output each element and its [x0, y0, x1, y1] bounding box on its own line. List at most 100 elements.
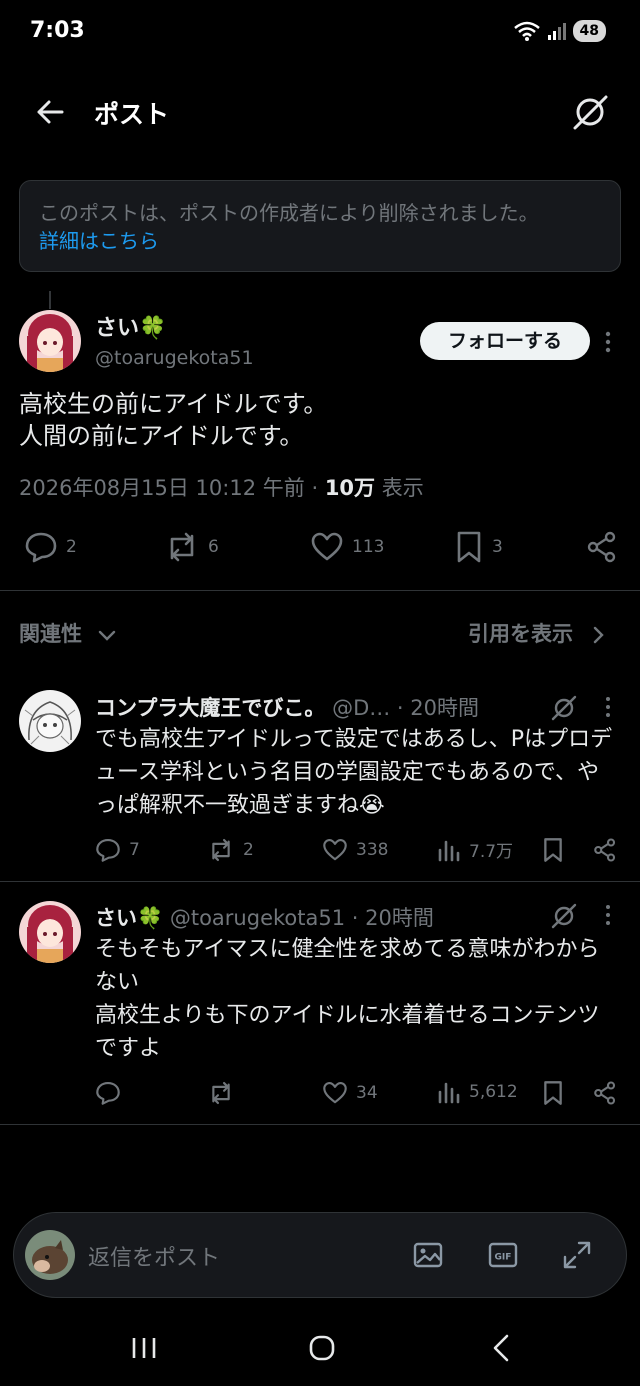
more-vertical-icon [605, 331, 611, 353]
reply-icon [96, 1081, 120, 1105]
home-button[interactable] [302, 1328, 342, 1368]
repost-button[interactable]: 6 [164, 530, 219, 564]
view-count: 5,612 [469, 1082, 518, 1102]
author-handle[interactable]: @D… [332, 696, 390, 720]
author-name[interactable]: さい🍀 [95, 906, 163, 930]
like-count: 113 [352, 537, 385, 557]
like-button[interactable]: 338 [322, 837, 388, 863]
bar-chart-icon [438, 1082, 460, 1104]
reply-icon [25, 532, 57, 563]
recents-icon [132, 1338, 156, 1358]
repost-count: 2 [243, 840, 254, 860]
views-label: 表示 [381, 476, 424, 500]
post-text: 高校生の前にアイドルです。 人間の前にアイドルです。 [19, 390, 328, 450]
avatar[interactable] [19, 901, 81, 963]
share-button[interactable] [586, 530, 618, 564]
repost-button[interactable]: 2 [207, 837, 254, 863]
learn-more-link[interactable]: 詳細はこちら [39, 227, 159, 255]
back-button[interactable] [30, 92, 70, 132]
bookmark-button[interactable] [541, 837, 565, 863]
wifi-icon [513, 21, 540, 41]
bookmark-button[interactable]: 3 [454, 530, 503, 564]
grok-button[interactable] [569, 91, 611, 133]
post-time: · 20時間 [351, 906, 434, 930]
chevron-left-icon [493, 1334, 509, 1362]
battery-indicator: 48 [572, 20, 606, 42]
arrow-left-icon [37, 100, 64, 124]
bookmark-button[interactable] [541, 1080, 565, 1106]
repost-button[interactable] [207, 1080, 243, 1106]
sort-dropdown[interactable]: 関連性 [19, 618, 117, 648]
svg-text:GIF: GIF [495, 1253, 512, 1263]
author-handle[interactable]: @toarugekota51 [170, 906, 345, 930]
author-name[interactable]: コンプラ大魔王でびこ。 [95, 696, 325, 720]
like-button[interactable]: 34 [322, 1080, 378, 1106]
home-circle-icon [309, 1335, 335, 1361]
share-button[interactable] [593, 1080, 617, 1106]
reply-button[interactable]: 7 [95, 837, 140, 863]
like-count: 338 [356, 840, 389, 860]
deleted-notice-text: このポストは、ポストの作成者により削除されました。 [39, 201, 539, 225]
views-button[interactable]: 5,612 [437, 1080, 518, 1104]
grok-button[interactable] [549, 901, 579, 931]
post-datetime: 2026年08月15日 10:12 午前 [19, 476, 305, 500]
reply-button[interactable] [95, 1080, 129, 1106]
my-avatar [25, 1230, 75, 1280]
grok-button[interactable] [549, 693, 579, 723]
views-button[interactable]: 7.7万 [437, 837, 513, 862]
recent-apps-button[interactable] [124, 1328, 164, 1368]
reply-text: そもそもアイマスに健全性を求めてる意味がわからない 高校生よりも下のアイドルに水… [95, 937, 600, 1061]
grok-icon [573, 95, 608, 130]
grok-icon [551, 903, 577, 929]
repost-icon [212, 838, 230, 862]
more-button[interactable] [603, 904, 613, 926]
signal-icon [547, 23, 566, 40]
reply-icon [96, 838, 120, 862]
status-icons: 48 [513, 20, 606, 42]
author-name[interactable]: さい🍀 [95, 310, 166, 342]
avatar[interactable] [19, 690, 81, 752]
grok-icon [551, 695, 577, 721]
post-time: · 20時間 [396, 696, 479, 720]
view-count: 7.7万 [469, 842, 514, 862]
share-icon [594, 1081, 616, 1105]
author-handle[interactable]: @toarugekota51 [95, 347, 254, 369]
reply-header: さい🍀 @toarugekota51 · 20時間 [95, 902, 434, 932]
reply-input[interactable]: 返信をポスト [88, 1240, 220, 1272]
chevron-down-icon [99, 630, 116, 641]
heart-icon [323, 838, 347, 861]
divider [0, 590, 640, 591]
bookmark-icon [457, 531, 481, 563]
reply-text: でも高校生アイドルって設定ではあるし、Pはプロデュース学科という名目の学園設定で… [95, 727, 613, 818]
more-vertical-icon [606, 905, 610, 925]
like-button[interactable]: 113 [310, 530, 384, 564]
avatar[interactable] [19, 310, 81, 372]
expand-compose-button[interactable] [561, 1239, 593, 1271]
reply-button[interactable]: 2 [24, 530, 77, 564]
bar-chart-icon [438, 840, 460, 861]
add-image-button[interactable] [412, 1239, 444, 1271]
heart-icon [311, 532, 343, 561]
reply-count: 2 [66, 537, 77, 557]
image-icon [413, 1242, 443, 1268]
follow-button[interactable]: フォローする [420, 322, 590, 360]
view-count: 10万 [324, 476, 376, 500]
sort-label: 関連性 [19, 622, 82, 646]
page-title: ポスト [94, 100, 170, 129]
deleted-post-notice: このポストは、ポストの作成者により削除されました。 詳細はこちら [19, 180, 621, 272]
divider [0, 1124, 640, 1125]
bookmark-icon [544, 1081, 562, 1105]
view-quotes-link[interactable]: 引用を表示 [468, 618, 606, 648]
system-back-button[interactable] [482, 1328, 522, 1368]
expand-icon [563, 1241, 591, 1269]
bookmark-count: 3 [492, 537, 503, 557]
share-button[interactable] [593, 837, 617, 863]
add-gif-button[interactable]: GIF [487, 1239, 519, 1271]
quotes-label: 引用を表示 [468, 622, 573, 646]
more-button[interactable] [603, 330, 613, 354]
more-button[interactable] [603, 696, 613, 718]
meta-separator: · [311, 476, 325, 500]
gif-icon: GIF [488, 1242, 518, 1268]
like-count: 34 [356, 1083, 378, 1103]
divider [0, 881, 640, 882]
